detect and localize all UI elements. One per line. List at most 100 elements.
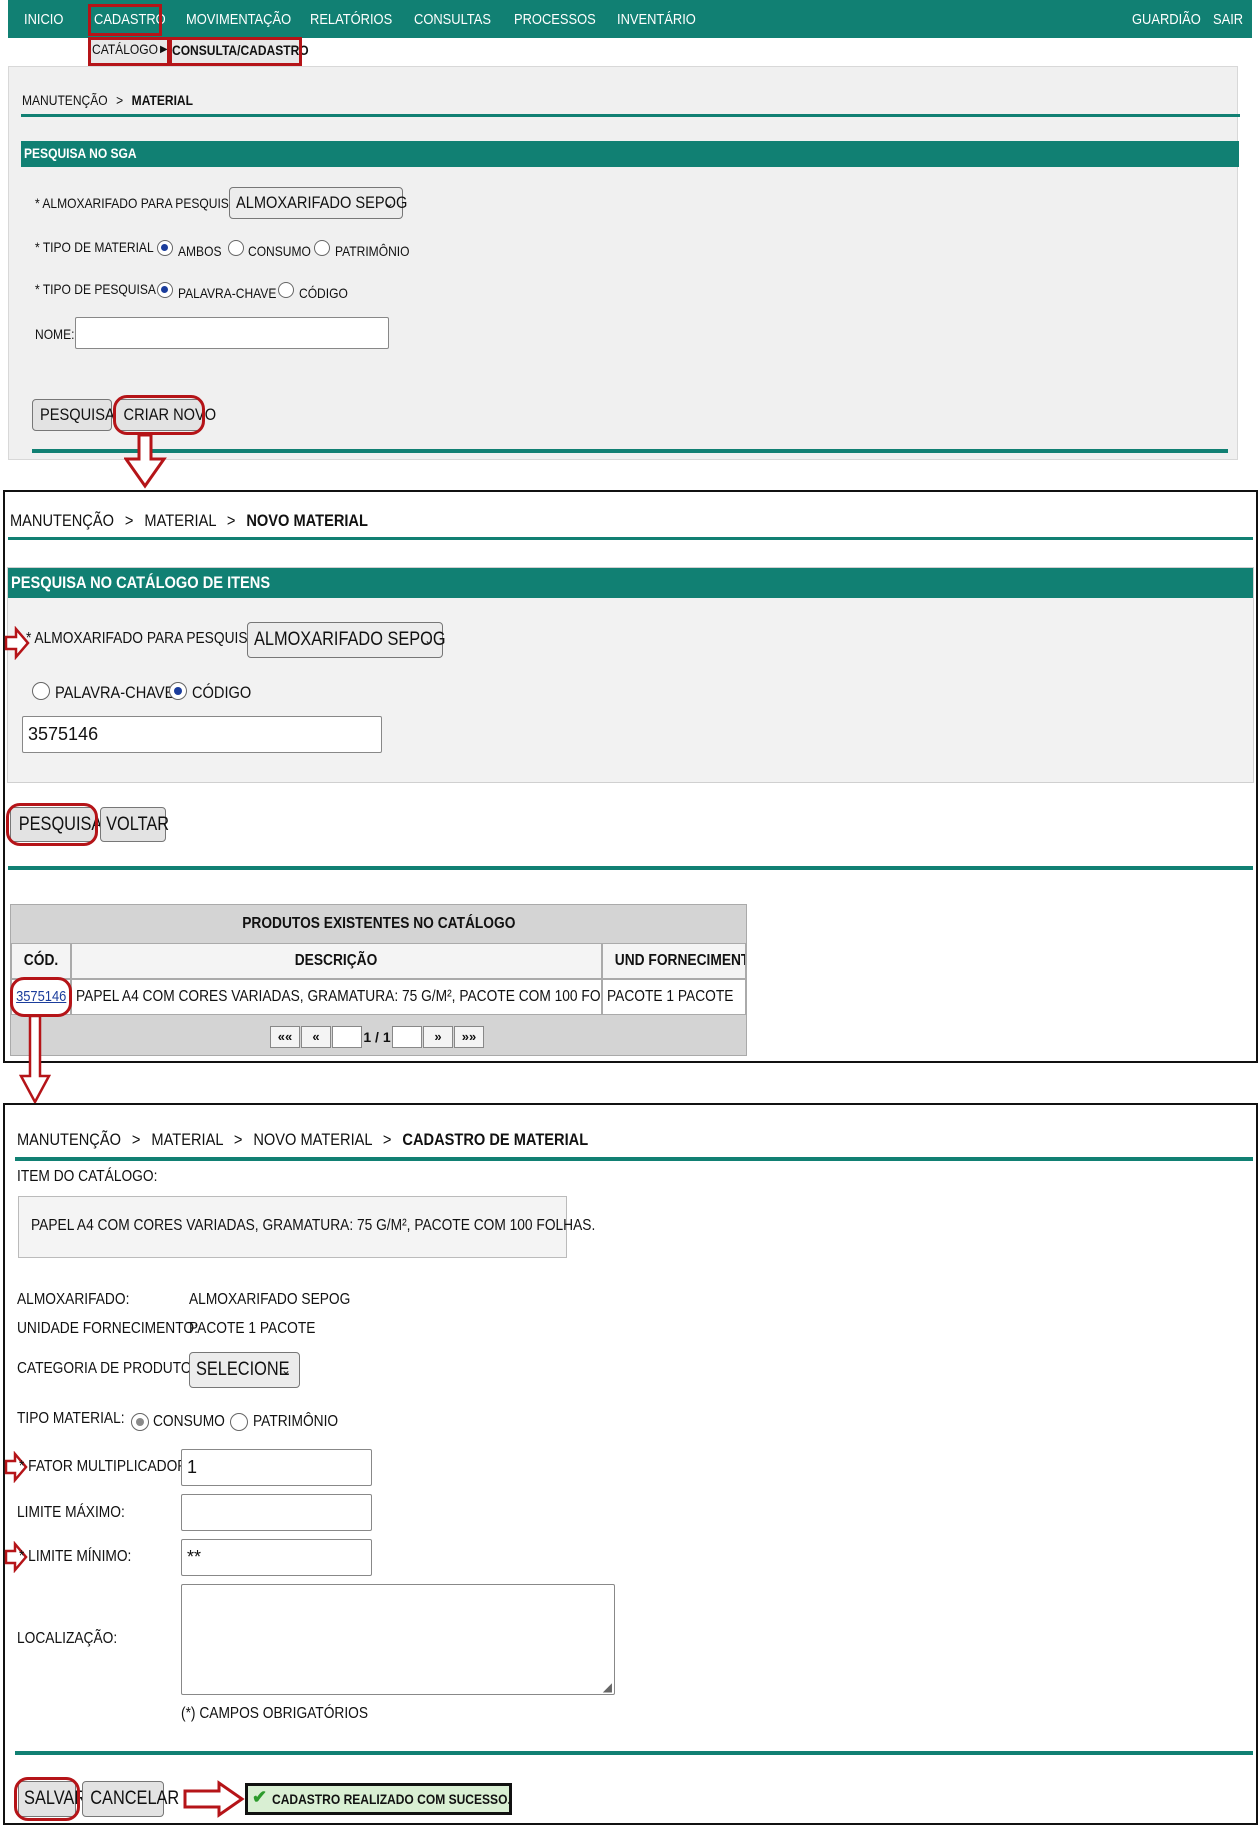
- radio-consumo-label: CONSUMO: [248, 243, 311, 259]
- breadcrumb-current: MATERIAL: [131, 92, 193, 108]
- limite-minimo-input[interactable]: **: [181, 1539, 372, 1576]
- breadcrumb-separator: >: [382, 1130, 392, 1149]
- tipo-material-label: * TIPO DE MATERIAL: [35, 239, 154, 255]
- breadcrumb-separator: >: [226, 511, 236, 530]
- pager-prev-button[interactable]: «: [301, 1026, 331, 1048]
- radio-palavra-chave[interactable]: [157, 282, 173, 298]
- annotation-highlight-consulta: [169, 37, 302, 66]
- almoxarifado-label: * ALMOXARIFADO PARA PESQUISA:: [35, 195, 241, 211]
- table-header-cod: CÓD.: [11, 943, 71, 979]
- input-value: **: [187, 1547, 202, 1567]
- annotation-highlight-cadastro: [88, 4, 162, 36]
- breadcrumb-item[interactable]: MATERIAL: [151, 1130, 222, 1149]
- nome-input[interactable]: [75, 317, 389, 349]
- chevron-down-icon: ⌄: [423, 633, 434, 647]
- annotation-highlight-salvar: [14, 1777, 80, 1821]
- pagination: «« « 1 / 1 » »»: [270, 1026, 486, 1048]
- success-message: ✔ CADASTRO REALIZADO COM SUCESSO.: [245, 1783, 512, 1815]
- divider: [32, 449, 1228, 453]
- table-title-text: PRODUTOS EXISTENTES NO CATÁLOGO: [241, 915, 516, 932]
- radio-palavra-chave[interactable]: [32, 682, 50, 700]
- pager-first-button[interactable]: ««: [270, 1026, 300, 1048]
- radio-codigo-label: CÓDIGO: [299, 285, 348, 301]
- breadcrumb-separator: >: [124, 511, 134, 530]
- header-text: DESCRIÇÃO: [295, 952, 378, 969]
- nav-consultas[interactable]: CONSULTAS: [414, 0, 491, 38]
- section-title-bar: PESQUISA NO SGA: [21, 141, 1239, 167]
- radio-palavra-chave-label: PALAVRA-CHAVE: [178, 285, 277, 301]
- almoxarifado-select[interactable]: ALMOXARIFADO SEPOG ⌄: [229, 187, 407, 219]
- checkmark-icon: ✔: [252, 1787, 268, 1807]
- limite-minimo-label: * LIMITE MÍNIMO:: [19, 1548, 132, 1565]
- radio-ambos[interactable]: [157, 240, 173, 256]
- codigo-search-input[interactable]: 3575146: [22, 716, 382, 753]
- item-catalogo-box: PAPEL A4 COM CORES VARIADAS, GRAMATURA: …: [18, 1196, 595, 1258]
- fator-multiplicador-input[interactable]: 1: [181, 1449, 372, 1486]
- section-title: PESQUISA NO CATÁLOGO DE ITENS: [11, 573, 271, 592]
- radio-codigo[interactable]: [278, 282, 294, 298]
- categoria-label: CATEGORIA DE PRODUTO:: [17, 1360, 196, 1377]
- nav-processos[interactable]: PROCESSOS: [514, 0, 596, 38]
- cancelar-button[interactable]: CANCELAR: [82, 1781, 179, 1817]
- annotation-highlight-pesquisar: [6, 803, 98, 846]
- unidade-fornecimento-label: UNIDADE FORNECIMENTO:: [17, 1320, 198, 1337]
- radio-palavra-chave-label: PALAVRA-CHAVE: [55, 683, 175, 702]
- select-value: SELECIONE: [196, 1359, 290, 1380]
- voltar-button[interactable]: VOLTAR: [100, 807, 169, 842]
- almoxarifado-select[interactable]: ALMOXARIFADO SEPOG ⌄: [247, 622, 446, 658]
- nav-inventario[interactable]: INVENTÁRIO: [617, 0, 696, 38]
- breadcrumb-item[interactable]: MATERIAL: [144, 511, 215, 530]
- pager-input[interactable]: [332, 1026, 362, 1048]
- radio-ambos-label: AMBOS: [178, 243, 222, 259]
- radio-patrimonio-label: PATRIMÔNIO: [253, 1413, 339, 1430]
- localizacao-label: LOCALIZAÇÃO:: [17, 1630, 118, 1647]
- pager-input[interactable]: [392, 1026, 422, 1048]
- section-title: PESQUISA NO SGA: [24, 145, 137, 161]
- unidade-fornecimento-value: PACOTE 1 PACOTE: [189, 1320, 316, 1337]
- item-catalogo-description: PAPEL A4 COM CORES VARIADAS, GRAMATURA: …: [31, 1217, 596, 1234]
- table-header-descricao: DESCRIÇÃO: [71, 943, 602, 979]
- localizacao-textarea[interactable]: ◢: [181, 1584, 615, 1695]
- pager-last-button[interactable]: »»: [454, 1026, 484, 1048]
- radio-patrimonio-label: PATRIMÔNIO: [335, 243, 410, 259]
- radio-codigo[interactable]: [169, 682, 187, 700]
- button-label: CANCELAR: [90, 1788, 180, 1809]
- breadcrumb-separator: >: [131, 1130, 141, 1149]
- header-text: CÓD.: [23, 952, 59, 969]
- resize-handle-icon[interactable]: ◢: [603, 1680, 612, 1694]
- radio-consumo[interactable]: [228, 240, 244, 256]
- required-fields-note: (*) CAMPOS OBRIGATÓRIOS: [181, 1705, 369, 1722]
- item-catalogo-label: ITEM DO CATÁLOGO:: [17, 1168, 158, 1185]
- nome-label: NOME:: [35, 326, 75, 342]
- categoria-select[interactable]: SELECIONE ⌄: [189, 1352, 300, 1388]
- pager-next-button[interactable]: »: [423, 1026, 453, 1048]
- tipo-pesquisa-label: * TIPO DE PESQUISA: [35, 281, 156, 297]
- header-text: UND FORNECIMENTO: [614, 952, 746, 969]
- cell-text: PAPEL A4 COM CORES VARIADAS, GRAMATURA: …: [76, 988, 602, 1005]
- pesquisar-button[interactable]: PESQUISAR: [32, 399, 125, 431]
- radio-consumo[interactable]: [131, 1413, 149, 1431]
- radio-patrimonio[interactable]: [230, 1413, 248, 1431]
- select-value: ALMOXARIFADO SEPOG: [236, 193, 408, 212]
- nav-relatorios[interactable]: RELATÓRIOS: [310, 0, 392, 38]
- nav-movimentacao[interactable]: MOVIMENTAÇÃO: [186, 0, 291, 38]
- nav-guardiao[interactable]: GUARDIÃO: [1132, 0, 1201, 38]
- breadcrumb-current: NOVO MATERIAL: [246, 511, 368, 530]
- nav-sair[interactable]: SAIR: [1213, 0, 1243, 38]
- limite-maximo-input[interactable]: [181, 1494, 372, 1531]
- radio-patrimonio[interactable]: [314, 240, 330, 256]
- breadcrumb-separator: >: [233, 1130, 243, 1149]
- breadcrumb-item[interactable]: MANUTENÇÃO: [17, 1130, 121, 1149]
- divider: [8, 866, 1253, 870]
- table-header-und: UND FORNECIMENTO: [602, 943, 746, 979]
- nav-inicio[interactable]: INICIO: [24, 0, 63, 38]
- almoxarifado-label: * ALMOXARIFADO PARA PESQUISA:: [26, 630, 261, 647]
- breadcrumb-item[interactable]: MANUTENÇÃO: [10, 511, 114, 530]
- breadcrumb: MANUTENÇÃO > MATERIAL > NOVO MATERIAL: [10, 511, 368, 531]
- breadcrumb-item[interactable]: MANUTENÇÃO: [22, 92, 108, 108]
- select-value: ALMOXARIFADO SEPOG: [254, 629, 446, 650]
- breadcrumb-item[interactable]: NOVO MATERIAL: [253, 1130, 372, 1149]
- annotation-highlight-code: [10, 977, 72, 1017]
- divider: [15, 1157, 1253, 1161]
- fator-multiplicador-label: * FATOR MULTIPLICADOR:: [19, 1458, 192, 1475]
